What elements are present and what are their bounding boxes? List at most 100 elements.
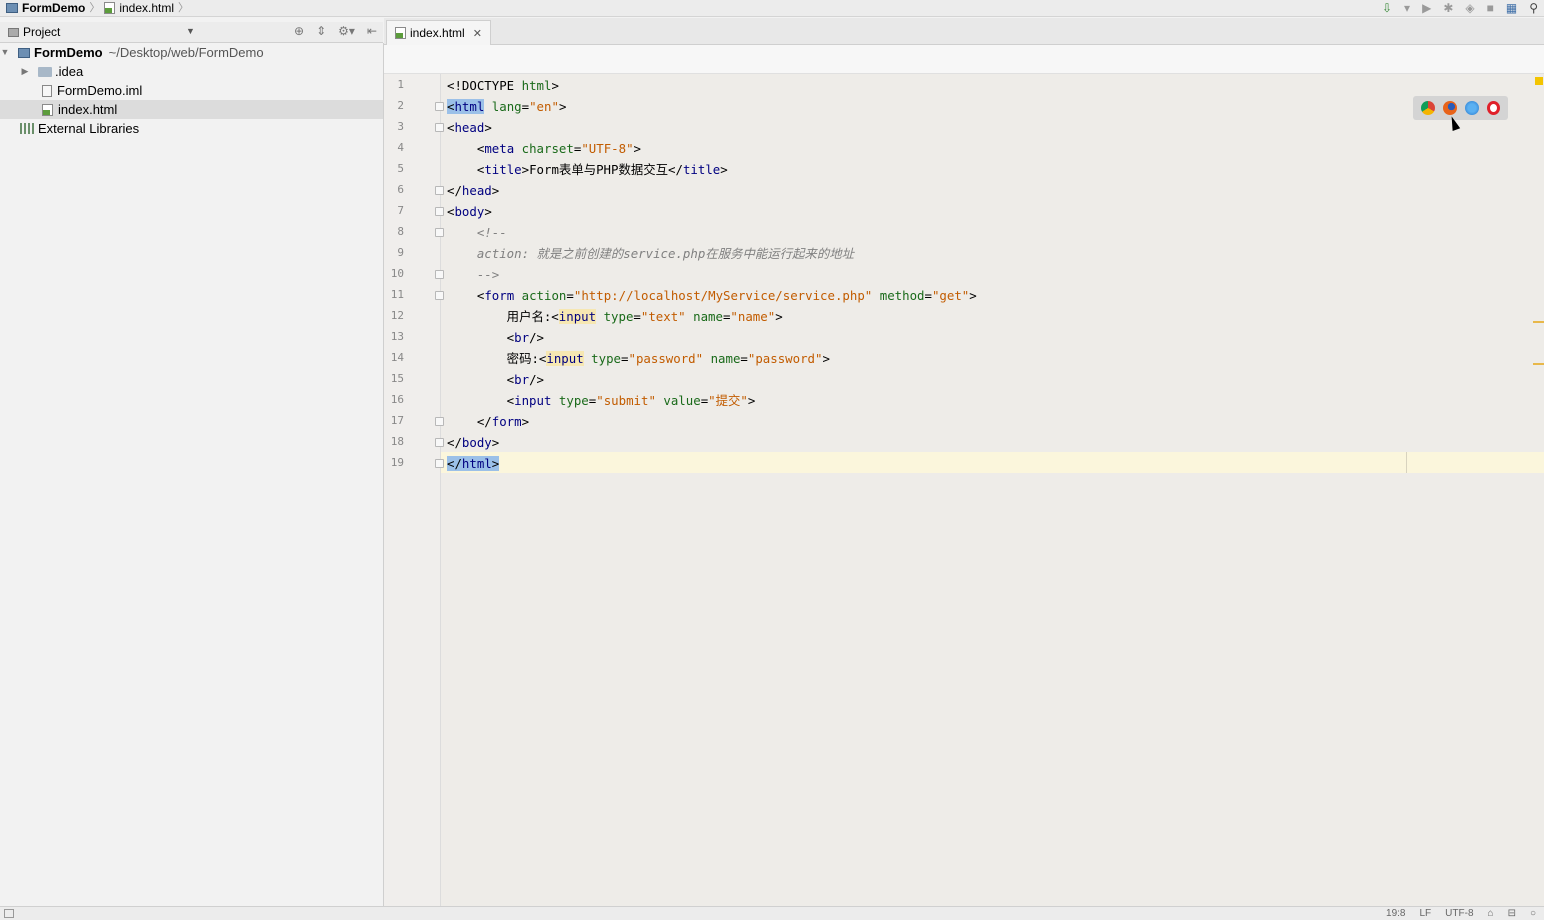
line-number: 17 bbox=[390, 414, 404, 427]
tree-item-label: FormDemo.iml bbox=[57, 83, 143, 98]
make-icon[interactable]: ⇩ bbox=[1382, 1, 1392, 15]
line-number: 18 bbox=[390, 435, 404, 448]
open-in-browser-popup bbox=[1413, 96, 1508, 120]
project-tree: ▼ FormDemo ~/Desktop/web/FormDemo ▶ .ide… bbox=[0, 43, 384, 906]
event-log-icon[interactable]: ○ bbox=[1530, 908, 1536, 919]
opera-icon[interactable] bbox=[1487, 101, 1500, 115]
error-stripe-marker[interactable] bbox=[1533, 321, 1544, 323]
readonly-toggle-icon[interactable]: ⌂ bbox=[1488, 908, 1494, 919]
locate-icon[interactable]: ⊕ bbox=[294, 24, 304, 38]
fold-marker-icon[interactable] bbox=[435, 291, 444, 300]
tree-item-external-libraries[interactable]: External Libraries bbox=[0, 119, 383, 138]
fold-marker-icon[interactable] bbox=[435, 459, 444, 468]
breadcrumb: FormDemo 〉 index.html 〉 bbox=[6, 0, 193, 16]
tree-item-iml[interactable]: FormDemo.iml bbox=[0, 81, 383, 100]
project-view-selector[interactable]: Project bbox=[8, 25, 60, 39]
right-margin-guide bbox=[1406, 452, 1407, 473]
code-line-14: 密码:<input type="password" name="password… bbox=[447, 351, 830, 366]
line-number: 4 bbox=[397, 141, 404, 154]
tool-window-toggle-icon[interactable] bbox=[4, 909, 14, 918]
fold-marker-icon[interactable] bbox=[435, 123, 444, 132]
code-line-9: action: 就是之前创建的service.php在服务中能运行起来的地址 bbox=[447, 246, 854, 261]
editor-gutter[interactable] bbox=[384, 74, 441, 906]
root-name: FormDemo bbox=[34, 45, 103, 60]
line-number: 6 bbox=[397, 183, 404, 196]
code-line-12: 用户名:<input type="text" name="name"> bbox=[447, 309, 783, 324]
code-line-8: <!-- bbox=[447, 225, 507, 240]
line-number: 8 bbox=[397, 225, 404, 238]
tab-label: index.html bbox=[410, 26, 465, 40]
breadcrumb-file[interactable]: index.html bbox=[119, 1, 174, 15]
fold-marker-icon[interactable] bbox=[435, 270, 444, 279]
error-stripe-marker[interactable] bbox=[1533, 363, 1544, 365]
firefox-icon[interactable] bbox=[1443, 101, 1457, 115]
tree-item-index-html[interactable]: index.html bbox=[0, 100, 383, 119]
editor-tabs: index.html ✕ bbox=[384, 18, 1544, 45]
chevron-right-icon: 〉 bbox=[178, 2, 190, 14]
line-number: 15 bbox=[390, 372, 404, 385]
fold-marker-icon[interactable] bbox=[435, 186, 444, 195]
line-number: 3 bbox=[397, 120, 404, 133]
fold-marker-icon[interactable] bbox=[435, 102, 444, 111]
dropdown-icon[interactable]: ▾ bbox=[1404, 1, 1410, 15]
code-line-19: </html> bbox=[447, 456, 500, 471]
project-panel-header: Project ▼ ⊕ ⇕ ⚙▾ ⇤ bbox=[0, 22, 383, 43]
line-separator[interactable]: LF bbox=[1420, 908, 1432, 919]
lock-icon[interactable]: ⊟ bbox=[1508, 908, 1516, 919]
inspection-status-icon[interactable] bbox=[1535, 77, 1543, 85]
line-number: 7 bbox=[397, 204, 404, 217]
line-number: 19 bbox=[390, 456, 404, 469]
close-icon[interactable]: ✕ bbox=[473, 27, 482, 40]
html-file-icon bbox=[42, 103, 53, 116]
project-icon bbox=[18, 47, 30, 58]
gear-icon[interactable]: ⚙▾ bbox=[338, 24, 355, 38]
line-number: 13 bbox=[390, 330, 404, 343]
file-encoding[interactable]: UTF-8 bbox=[1445, 908, 1473, 919]
coverage-icon[interactable]: ◈ bbox=[1465, 1, 1474, 15]
structure-icon[interactable]: ▦ bbox=[1506, 1, 1517, 15]
code-line-3: <head> bbox=[447, 120, 492, 135]
debug-icon[interactable]: ✱ bbox=[1443, 1, 1453, 15]
code-line-13: <br/> bbox=[447, 330, 544, 345]
code-line-1: <!DOCTYPE html> bbox=[447, 78, 559, 93]
code-line-4: <meta charset="UTF-8"> bbox=[447, 141, 641, 156]
safari-icon[interactable] bbox=[1465, 101, 1479, 115]
fold-marker-icon[interactable] bbox=[435, 207, 444, 216]
navigation-bar: FormDemo 〉 index.html 〉 ⇩ ▾ ▶ ✱ ◈ ■ ▦ ⚲ bbox=[0, 0, 1544, 17]
run-icon[interactable]: ▶ bbox=[1422, 1, 1431, 15]
fold-marker-icon[interactable] bbox=[435, 228, 444, 237]
line-number: 11 bbox=[390, 288, 404, 301]
tree-item-idea[interactable]: ▶ .idea bbox=[0, 62, 383, 81]
code-line-5: <title>Form表单与PHP数据交互</title> bbox=[447, 162, 728, 177]
tree-item-root[interactable]: ▼ FormDemo ~/Desktop/web/FormDemo bbox=[0, 43, 383, 62]
tree-item-label: .idea bbox=[55, 64, 84, 79]
code-line-18: </body> bbox=[447, 435, 500, 450]
code-line-16: <input type="submit" value="提交"> bbox=[447, 393, 756, 408]
chevron-right-icon: 〉 bbox=[89, 2, 101, 14]
iml-file-icon bbox=[42, 84, 52, 97]
code-line-2: <html lang="en"> bbox=[447, 99, 567, 114]
caret-position[interactable]: 19:8 bbox=[1386, 908, 1405, 919]
line-number: 16 bbox=[390, 393, 404, 406]
tab-index-html[interactable]: index.html ✕ bbox=[386, 20, 491, 45]
fold-marker-icon[interactable] bbox=[435, 438, 444, 447]
hide-icon[interactable]: ⇤ bbox=[367, 24, 377, 38]
collapse-icon[interactable]: ⇕ bbox=[316, 24, 326, 38]
expand-arrow-icon[interactable]: ▶ bbox=[20, 62, 30, 81]
expand-arrow-icon[interactable]: ▼ bbox=[0, 43, 10, 62]
editor-breadcrumb-strip bbox=[384, 45, 1544, 74]
fold-marker-icon[interactable] bbox=[435, 417, 444, 426]
chevron-down-icon[interactable]: ▼ bbox=[186, 26, 195, 36]
stop-icon[interactable]: ■ bbox=[1487, 1, 1494, 15]
code-line-10: --> bbox=[447, 267, 500, 282]
project-panel-title: Project bbox=[23, 25, 61, 39]
search-icon[interactable]: ⚲ bbox=[1529, 1, 1538, 15]
status-bar: 19:8 LF UTF-8 ⌂ ⊟ ○ bbox=[0, 906, 1544, 920]
line-number: 12 bbox=[390, 309, 404, 322]
project-view-icon bbox=[8, 27, 19, 37]
breadcrumb-project[interactable]: FormDemo bbox=[22, 1, 85, 15]
project-icon bbox=[6, 3, 18, 13]
code-line-6: </head> bbox=[447, 183, 500, 198]
chrome-icon[interactable] bbox=[1421, 101, 1435, 115]
code-editor[interactable] bbox=[441, 74, 1544, 906]
